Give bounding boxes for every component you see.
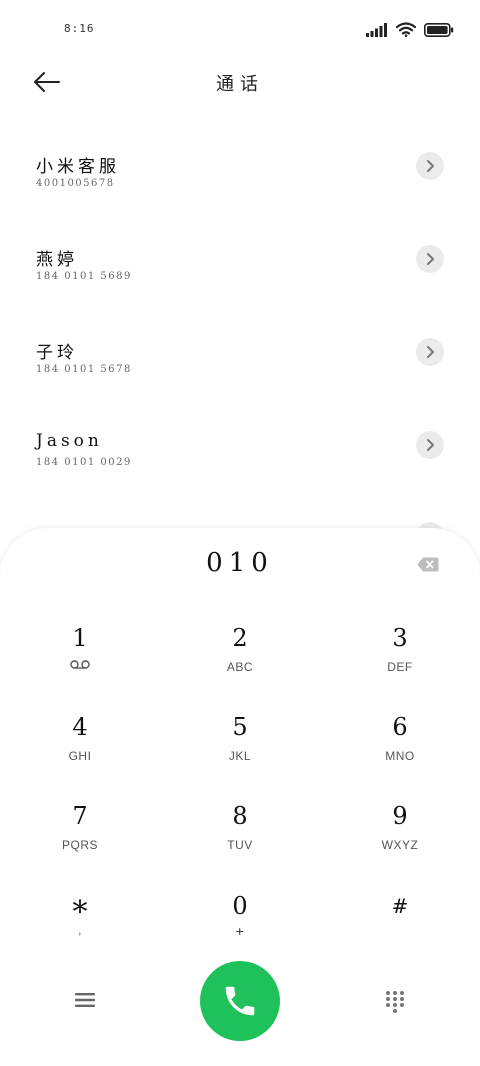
key-letters: JKL: [228, 749, 252, 763]
contact-list: 小米客服 4001005678 燕婷 184 0101 5689 子玲 184 …: [0, 120, 480, 492]
chevron-right-icon: [427, 346, 434, 358]
contact-detail-button[interactable]: [416, 245, 444, 273]
dialed-number: 010: [206, 548, 274, 578]
call-button[interactable]: [200, 961, 280, 1041]
wifi-icon: [396, 22, 416, 37]
key-3[interactable]: 3 DEF: [340, 622, 460, 702]
key-digit: 0: [232, 892, 248, 920]
status-icons: [366, 22, 454, 37]
contact-row[interactable]: Jason 184 0101 0029: [0, 399, 480, 492]
contact-number: 184 0101 5678: [36, 364, 132, 375]
contact-name: Jason: [36, 431, 103, 451]
key-letters: WXYZ: [381, 838, 419, 852]
dialer-panel: 010 1 2 ABC 3 DEF 4 GHI 5 JKL 6 MNO 7 PQ…: [0, 528, 480, 1066]
key-digit: 1: [72, 624, 88, 652]
contact-detail-button[interactable]: [416, 431, 444, 459]
key-digit: 8: [232, 802, 248, 830]
key-hash[interactable]: #: [340, 890, 460, 970]
contact-detail-button[interactable]: [416, 152, 444, 180]
menu-icon: [75, 993, 95, 1007]
menu-button[interactable]: [74, 991, 96, 1009]
status-time: 8:16: [64, 22, 95, 35]
key-letters: TUV: [227, 838, 253, 852]
chevron-right-icon: [427, 253, 434, 265]
key-6[interactable]: 6 MNO: [340, 711, 460, 791]
phone-icon: [225, 986, 255, 1016]
key-digit: #: [391, 894, 409, 918]
key-letters: DEF: [387, 660, 413, 674]
key-digit: 3: [392, 624, 408, 652]
contact-number: 184 0101 0029: [36, 457, 132, 468]
chevron-right-icon: [427, 160, 434, 172]
key-digit: 9: [392, 802, 408, 830]
dialpad-icon: [386, 991, 404, 1013]
key-7[interactable]: 7 PQRS: [20, 800, 140, 880]
contact-row[interactable]: 小米客服 4001005678: [0, 120, 480, 213]
battery-icon: [424, 22, 454, 37]
key-letters: MNO: [385, 749, 415, 763]
backspace-icon: [417, 557, 439, 572]
key-digit: 4: [72, 713, 88, 741]
key-letters: ,: [78, 923, 82, 937]
key-letters: +: [235, 923, 245, 939]
key-8[interactable]: 8 TUV: [180, 800, 300, 880]
contact-name: 小米客服: [36, 157, 120, 177]
key-digit: 7: [72, 802, 88, 830]
delete-button[interactable]: [417, 557, 439, 572]
key-digit: 6: [392, 713, 408, 741]
header: 通话: [0, 60, 480, 104]
key-letters: ABC: [226, 660, 254, 674]
chevron-right-icon: [427, 439, 434, 451]
key-digit: 5: [232, 713, 248, 741]
contact-name: 燕婷: [36, 250, 78, 270]
dialpad-toggle-button[interactable]: [385, 990, 405, 1014]
contact-number: 184 0101 5689: [36, 271, 132, 282]
status-bar: 8:16: [0, 0, 480, 60]
signal-icon: [366, 22, 387, 37]
contact-row[interactable]: 子玲 184 0101 5678: [0, 306, 480, 399]
key-2[interactable]: 2 ABC: [180, 622, 300, 702]
page-title: 通话: [216, 74, 264, 95]
key-star[interactable]: * ,: [20, 897, 140, 977]
voicemail-icon: [70, 660, 90, 669]
key-letters: PQRS: [61, 838, 98, 852]
key-4[interactable]: 4 GHI: [20, 711, 140, 791]
contact-row[interactable]: 燕婷 184 0101 5689: [0, 213, 480, 306]
contact-number: 4001005678: [36, 178, 115, 189]
key-0[interactable]: 0 +: [180, 890, 300, 970]
key-9[interactable]: 9 WXYZ: [340, 800, 460, 880]
contact-name: 子玲: [36, 343, 78, 363]
key-5[interactable]: 5 JKL: [180, 711, 300, 791]
key-digit: 2: [232, 624, 248, 652]
key-letters: GHI: [68, 749, 92, 763]
key-1[interactable]: 1: [20, 622, 140, 702]
contact-detail-button[interactable]: [416, 338, 444, 366]
